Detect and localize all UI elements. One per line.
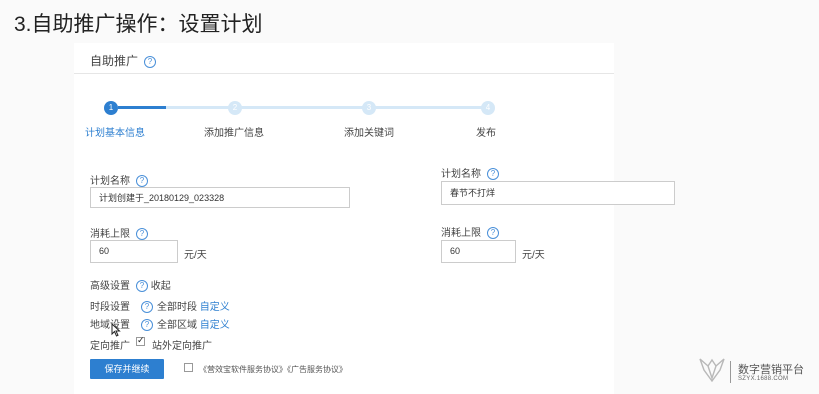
- advanced-settings: 高级设置? 收起: [90, 277, 171, 293]
- budget-unit: 元/天: [184, 250, 207, 261]
- help-icon[interactable]: ?: [136, 228, 148, 241]
- brand-name: 数字营销平台: [738, 364, 804, 376]
- step-progress-line: [166, 106, 486, 109]
- advanced-settings-label: 高级设置: [90, 281, 130, 292]
- time-setting-label: 时段设置: [90, 302, 130, 313]
- save-continue-button[interactable]: 保存并继续: [90, 359, 164, 379]
- budget-label-alt-text: 消耗上限: [441, 228, 481, 239]
- help-icon[interactable]: ?: [136, 175, 148, 188]
- region-setting-value: ? 全部区域 自定义: [141, 316, 230, 332]
- step-progress-line-active: [118, 106, 166, 109]
- plan-name-label-alt: 计划名称?: [441, 165, 499, 181]
- region-custom-link[interactable]: 自定义: [200, 320, 230, 331]
- plan-name-label: 计划名称?: [90, 172, 148, 188]
- budget-label-alt: 消耗上限?: [441, 224, 499, 240]
- panel-header: 自助推广?: [74, 43, 614, 74]
- help-icon[interactable]: ?: [141, 301, 153, 314]
- help-icon[interactable]: ?: [487, 168, 499, 181]
- budget-input[interactable]: 60: [90, 240, 178, 263]
- help-icon[interactable]: ?: [144, 55, 157, 68]
- targeting-checkbox[interactable]: [136, 335, 145, 346]
- step-3-indicator[interactable]: 3: [362, 101, 376, 115]
- panel-title: 自助推广?: [90, 52, 157, 69]
- time-setting-text: 全部时段: [157, 302, 197, 313]
- help-icon[interactable]: ?: [141, 319, 153, 332]
- brand-separator: [730, 361, 731, 383]
- budget-label: 消耗上限?: [90, 225, 148, 241]
- help-icon[interactable]: ?: [136, 280, 148, 293]
- budget-input-alt[interactable]: 60: [441, 240, 516, 263]
- budget-unit-alt: 元/天: [522, 250, 545, 261]
- plan-name-label-alt-text: 计划名称: [441, 169, 481, 180]
- panel-title-text: 自助推广: [90, 54, 139, 68]
- brand-url: SZYX.1688.COM: [738, 376, 789, 382]
- step-1-indicator[interactable]: 1: [104, 101, 118, 115]
- targeting-label: 定向推广: [90, 341, 130, 352]
- brand-logo-icon: [699, 358, 725, 382]
- step-1-label[interactable]: 计划基本信息: [85, 124, 145, 139]
- plan-name-input-alt[interactable]: 春节不打烊: [441, 181, 675, 205]
- budget-label-text: 消耗上限: [90, 229, 130, 240]
- mouse-cursor-icon: [111, 323, 121, 337]
- slide-title: 3.自助推广操作：设置计划: [14, 13, 263, 36]
- time-setting-value: ? 全部时段 自定义: [141, 298, 230, 314]
- step-4-label[interactable]: 发布: [476, 124, 496, 139]
- targeting-option: 站外定向推广: [152, 341, 212, 352]
- time-custom-link[interactable]: 自定义: [200, 302, 230, 313]
- plan-name-input[interactable]: 计划创建于_20180129_023328: [90, 187, 350, 208]
- plan-name-label-text: 计划名称: [90, 176, 130, 187]
- agreement-text[interactable]: 《营效宝软件服务协议》《广告服务协议》: [199, 364, 347, 375]
- collapse-toggle[interactable]: 收起: [151, 281, 171, 292]
- step-2-indicator[interactable]: 2: [228, 101, 242, 115]
- agreement-checkbox[interactable]: [184, 363, 193, 372]
- region-setting-label: 地域设置: [90, 320, 130, 331]
- help-icon[interactable]: ?: [487, 227, 499, 240]
- step-4-indicator[interactable]: 4: [481, 101, 495, 115]
- region-setting-text: 全部区域: [157, 320, 197, 331]
- step-2-label[interactable]: 添加推广信息: [204, 124, 264, 139]
- step-3-label[interactable]: 添加关键词: [344, 124, 394, 139]
